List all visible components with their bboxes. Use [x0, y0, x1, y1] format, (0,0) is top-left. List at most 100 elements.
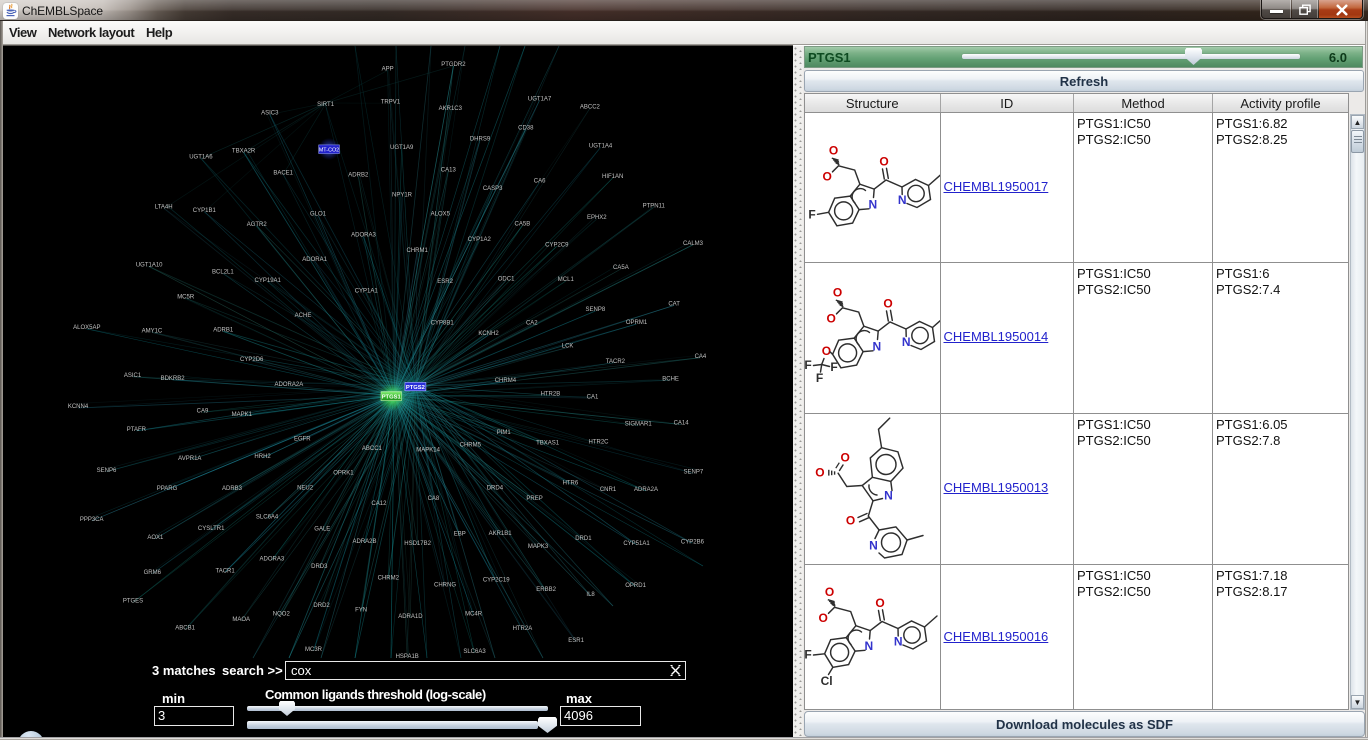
svg-text:CA9: CA9	[197, 408, 209, 414]
svg-text:F: F	[808, 208, 815, 222]
svg-text:CYP1A1: CYP1A1	[355, 289, 379, 295]
svg-text:LTA4H: LTA4H	[155, 204, 173, 210]
svg-text:CA5B: CA5B	[515, 222, 531, 228]
svg-text:HTR2C: HTR2C	[588, 440, 609, 446]
svg-text:ADRB3: ADRB3	[222, 486, 243, 492]
svg-text:HSD17B2: HSD17B2	[404, 541, 431, 547]
svg-text:HTR2B: HTR2B	[541, 392, 561, 398]
svg-text:HTR6: HTR6	[563, 480, 579, 486]
svg-text:HRH2: HRH2	[254, 454, 271, 460]
svg-text:HIF1AN: HIF1AN	[602, 174, 623, 180]
svg-text:MCL1: MCL1	[558, 277, 575, 283]
svg-text:ERBB2: ERBB2	[536, 587, 556, 593]
svg-text:DRD2: DRD2	[313, 603, 330, 609]
svg-text:O: O	[833, 286, 842, 300]
svg-text:F: F	[816, 371, 823, 385]
svg-text:UGT1A6: UGT1A6	[189, 155, 213, 161]
svg-text:NPY1R: NPY1R	[392, 193, 413, 199]
svg-text:PPARG: PPARG	[157, 486, 178, 492]
svg-text:CA13: CA13	[441, 167, 457, 173]
svg-text:O: O	[829, 144, 838, 158]
svg-text:CYP51A1: CYP51A1	[623, 541, 650, 547]
svg-text:AKR1C3: AKR1C3	[439, 106, 463, 112]
svg-text:F: F	[805, 648, 812, 662]
svg-text:HTR2A: HTR2A	[513, 626, 533, 632]
svg-text:CYP2B6: CYP2B6	[681, 539, 705, 545]
svg-text:MAPK1: MAPK1	[232, 412, 253, 418]
svg-text:GRM6: GRM6	[144, 570, 162, 576]
svg-text:AKR1B1: AKR1B1	[489, 531, 513, 537]
svg-text:O: O	[819, 611, 828, 625]
svg-text:CYSLTR1: CYSLTR1	[198, 526, 225, 532]
svg-text:ESR1: ESR1	[568, 638, 584, 644]
svg-text:MC3R: MC3R	[305, 647, 323, 653]
svg-text:PTPN11: PTPN11	[643, 204, 666, 210]
svg-text:ALOX5: ALOX5	[431, 212, 451, 218]
svg-text:CYP2D6: CYP2D6	[240, 357, 264, 363]
svg-text:CA12: CA12	[371, 501, 387, 507]
svg-text:CA2: CA2	[526, 321, 538, 327]
svg-text:ABCB1: ABCB1	[175, 626, 195, 632]
svg-text:O: O	[879, 155, 888, 169]
svg-text:SIRT1: SIRT1	[317, 102, 335, 108]
svg-text:N: N	[864, 639, 873, 653]
svg-text:N: N	[872, 340, 881, 354]
svg-text:LCK: LCK	[562, 344, 574, 350]
svg-text:ABCC1: ABCC1	[362, 446, 383, 452]
svg-text:KCNN4: KCNN4	[68, 404, 89, 410]
svg-text:O: O	[841, 451, 850, 465]
svg-text:PTAFR: PTAFR	[127, 427, 147, 433]
svg-text:PTGES: PTGES	[123, 599, 143, 605]
svg-text:SENP7: SENP7	[684, 470, 704, 476]
svg-text:OPRM1: OPRM1	[626, 320, 648, 326]
svg-text:TACR2: TACR2	[606, 359, 626, 365]
svg-text:AMY1C: AMY1C	[142, 329, 163, 335]
svg-text:ASIC3: ASIC3	[261, 111, 279, 117]
svg-text:OPRK1: OPRK1	[333, 471, 354, 477]
svg-text:N: N	[902, 335, 911, 349]
svg-text:PREP: PREP	[526, 496, 542, 502]
svg-text:PTGDR2: PTGDR2	[441, 62, 466, 68]
svg-text:DRD1: DRD1	[575, 536, 592, 542]
svg-text:CNR1: CNR1	[600, 487, 617, 493]
svg-text:O: O	[875, 596, 884, 610]
svg-text:MC4R: MC4R	[465, 611, 483, 617]
svg-text:ASIC1: ASIC1	[124, 373, 142, 379]
svg-text:CHRM4: CHRM4	[495, 378, 517, 384]
svg-text:N: N	[898, 193, 907, 207]
svg-text:ABCC2: ABCC2	[580, 105, 601, 111]
svg-text:CA1: CA1	[587, 394, 599, 400]
svg-text:CYP8B1: CYP8B1	[431, 321, 455, 327]
svg-text:APP: APP	[382, 67, 394, 73]
svg-text:PIM1: PIM1	[497, 430, 512, 436]
svg-text:TRPV1: TRPV1	[381, 99, 401, 105]
svg-text:IL8: IL8	[586, 592, 595, 598]
svg-text:N: N	[868, 198, 877, 212]
svg-text:AGTR2: AGTR2	[247, 222, 268, 228]
svg-text:CYP19A1: CYP19A1	[255, 278, 282, 284]
svg-text:PTGS1: PTGS1	[382, 394, 402, 400]
svg-text:PTGS2: PTGS2	[406, 385, 425, 391]
svg-text:ACHE: ACHE	[295, 313, 312, 319]
svg-text:O: O	[883, 297, 892, 311]
svg-text:CHRNG: CHRNG	[434, 583, 456, 589]
svg-text:EPHX2: EPHX2	[587, 215, 607, 221]
svg-text:TBXA2R: TBXA2R	[232, 149, 256, 155]
svg-text:CYP2C19: CYP2C19	[483, 577, 510, 583]
svg-text:F: F	[805, 358, 812, 372]
svg-text:ADRA1D: ADRA1D	[398, 614, 423, 620]
svg-text:BCHE: BCHE	[662, 376, 679, 382]
svg-text:Cl: Cl	[821, 674, 833, 688]
svg-text:ALOX5AP: ALOX5AP	[73, 325, 100, 331]
svg-text:ADRA2A: ADRA2A	[634, 487, 658, 493]
svg-text:UGT1A10: UGT1A10	[136, 263, 163, 269]
svg-text:CD38: CD38	[518, 126, 534, 132]
svg-text:CA4: CA4	[695, 354, 707, 360]
svg-text:ODC1: ODC1	[498, 277, 515, 283]
svg-text:AVPR1A: AVPR1A	[178, 456, 201, 462]
svg-text:DRD3: DRD3	[311, 564, 328, 570]
svg-text:BACE1: BACE1	[273, 171, 293, 177]
svg-text:MAPK3: MAPK3	[528, 544, 549, 550]
svg-text:N: N	[884, 489, 893, 503]
svg-text:DRD4: DRD4	[487, 485, 504, 491]
